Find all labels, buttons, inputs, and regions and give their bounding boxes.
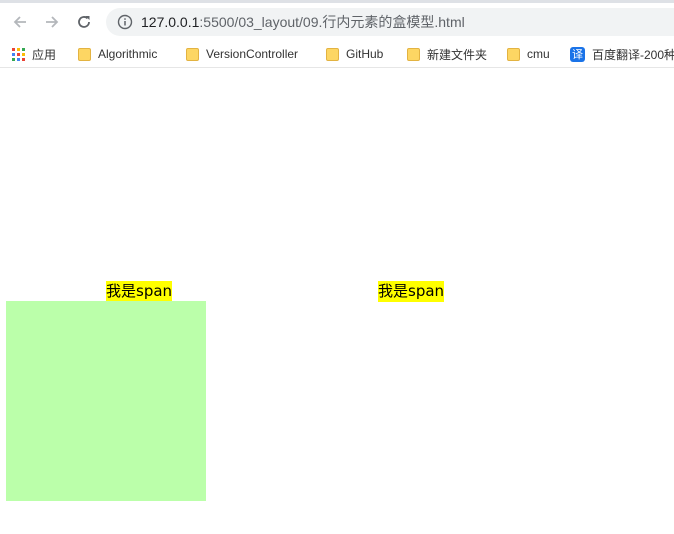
bookmark-label: Algorithmic: [98, 47, 158, 61]
back-button[interactable]: [7, 9, 33, 35]
folder-icon: [78, 47, 91, 61]
apps-grid-icon: [12, 47, 25, 61]
bookmark-label: GitHub: [346, 47, 384, 61]
green-box: [6, 301, 206, 501]
inline-span-first: 我是span: [106, 281, 173, 302]
reload-icon: [78, 16, 90, 28]
page-viewport: 我是span 我是span: [0, 68, 674, 534]
bookmark-apps[interactable]: 应用: [12, 44, 56, 64]
bookmark-algorithmic[interactable]: Algorithmic: [78, 44, 157, 64]
folder-icon: [507, 47, 520, 61]
browser-window: 127.0.0.1:5500/03_layout/09.行内元素的盒模型.htm…: [0, 0, 674, 534]
bookmark-versioncontroller[interactable]: VersionController: [186, 44, 298, 64]
arrow-right-icon: [46, 16, 59, 28]
bookmark-cmu[interactable]: cmu: [507, 44, 550, 64]
arrow-left-icon: [13, 16, 26, 28]
browser-toolbar: 127.0.0.1:5500/03_layout/09.行内元素的盒模型.htm…: [0, 0, 674, 40]
bookmarks-bar: 应用 Algorithmic VersionController GitHub …: [0, 40, 674, 68]
translate-icon: 译: [570, 46, 585, 62]
folder-icon: [407, 47, 420, 61]
bookmark-label: 应用: [32, 47, 57, 62]
bookmark-label: VersionController: [206, 47, 299, 61]
bookmark-baidu-translate[interactable]: 译 百度翻译-200种: [570, 44, 674, 64]
forward-button[interactable]: [39, 9, 65, 35]
bookmark-github[interactable]: GitHub: [326, 44, 383, 64]
url-text[interactable]: 127.0.0.1:5500/03_layout/09.行内元素的盒模型.htm…: [141, 12, 465, 32]
folder-icon: [186, 47, 199, 61]
bookmark-label: cmu: [527, 47, 550, 61]
reload-button[interactable]: [71, 9, 97, 35]
url-path: :5500/03_layout/09.行内元素的盒模型.html: [199, 14, 465, 30]
folder-icon: [326, 47, 339, 61]
bookmark-label: 百度翻译-200种: [592, 47, 674, 62]
bookmark-new-folder[interactable]: 新建文件夹: [407, 44, 487, 64]
inline-span-second: 我是span: [378, 281, 445, 302]
bookmark-label: 新建文件夹: [427, 47, 488, 62]
url-host: 127.0.0.1: [141, 14, 200, 30]
address-bar[interactable]: 127.0.0.1:5500/03_layout/09.行内元素的盒模型.htm…: [106, 8, 674, 36]
info-icon[interactable]: [117, 14, 133, 30]
